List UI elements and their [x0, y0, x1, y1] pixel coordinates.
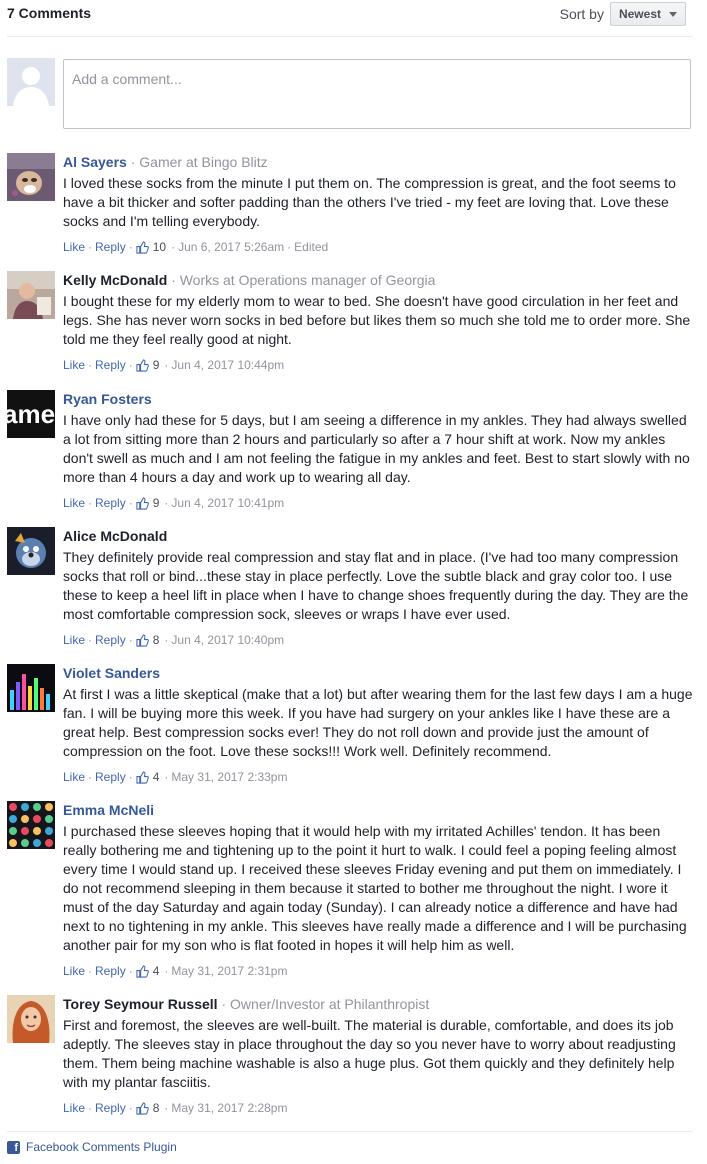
avatar[interactable]	[7, 664, 55, 712]
reply-link[interactable]: Reply	[95, 769, 126, 785]
thumbs-up-icon	[136, 358, 149, 372]
author-role: Gamer at Bingo Blitz	[139, 154, 268, 170]
avatar[interactable]	[7, 153, 55, 201]
avatar[interactable]	[7, 801, 55, 849]
portrait-avatar-icon	[7, 995, 55, 1043]
avatar[interactable]: ame	[7, 390, 55, 438]
comment-text: At first I was a little skeptical (make …	[63, 686, 693, 759]
author-name[interactable]: Torey Seymour Russell	[63, 996, 218, 1012]
cartoon-avatar-icon	[7, 527, 55, 575]
thumbs-up-icon	[136, 496, 149, 510]
plugin-footer: f Facebook Comments Plugin	[7, 1140, 177, 1154]
thumbs-up-icon	[136, 633, 149, 647]
sort-value: Newest	[618, 7, 661, 21]
comment-actions: Like · Reply · 8 · Jun 4, 2017 10:40pm	[63, 632, 285, 648]
reply-link[interactable]: Reply	[95, 632, 126, 648]
like-link[interactable]: Like	[63, 357, 85, 373]
like-count: 10	[152, 240, 167, 254]
comment-actions: Like · Reply · 4 · May 31, 2017 2:31pm	[63, 963, 288, 979]
comments-header: 7 Comments Sort by Newest	[7, 0, 693, 28]
comment-actions: Like · Reply · 9 · Jun 4, 2017 10:44pm	[63, 357, 285, 373]
comment-date[interactable]: Jun 4, 2017 10:41pm	[171, 495, 284, 511]
toad-avatar-icon	[7, 153, 55, 201]
comment-date[interactable]: May 31, 2017 2:33pm	[171, 769, 287, 785]
comment-date[interactable]: Jun 6, 2017 5:26am	[178, 239, 284, 255]
author-name[interactable]: Ryan Fosters	[63, 391, 152, 407]
avatar[interactable]	[7, 527, 55, 575]
comment-text: I have only had these for 5 days, but I …	[63, 412, 690, 485]
game-avatar-icon: ame	[7, 390, 55, 438]
author-name[interactable]: Violet Sanders	[63, 665, 160, 681]
comment-actions: Like · Reply · 9 · Jun 4, 2017 10:41pm	[63, 495, 285, 511]
like-count: 8	[152, 1101, 160, 1115]
author-name[interactable]: Al Sayers	[63, 154, 127, 170]
reply-link[interactable]: Reply	[95, 1100, 126, 1116]
comment-date[interactable]: Jun 4, 2017 10:44pm	[171, 357, 284, 373]
equalizer-avatar-icon	[7, 664, 55, 712]
avatar[interactable]	[7, 995, 55, 1043]
avatar[interactable]	[7, 271, 55, 319]
sort-label: Sort by	[559, 6, 604, 22]
author-name[interactable]: Emma McNeli	[63, 802, 154, 818]
comment-text: They definitely provide real compression…	[63, 549, 689, 622]
separator-dot: ·	[221, 996, 231, 1012]
comment-text: First and foremost, the sleeves are well…	[63, 1017, 676, 1090]
comment-input[interactable]	[63, 59, 691, 129]
sort-control: Sort by Newest	[560, 2, 686, 26]
like-count: 4	[152, 964, 160, 978]
like-link[interactable]: Like	[63, 963, 85, 979]
like-count: 8	[152, 633, 160, 647]
reply-link[interactable]: Reply	[95, 239, 126, 255]
separator-dot: ·	[130, 154, 140, 170]
default-avatar	[7, 58, 55, 106]
comment-composer	[7, 58, 693, 130]
sort-dropdown[interactable]: Newest	[609, 2, 686, 26]
like-count: 4	[152, 770, 160, 784]
comment-text: I purchased these sleeves hoping that it…	[63, 823, 687, 953]
comment-date[interactable]: May 31, 2017 2:31pm	[171, 963, 287, 979]
comment-actions: Like · Reply · 8 · May 31, 2017 2:28pm	[63, 1100, 288, 1116]
author-name[interactable]: Kelly McDonald	[63, 272, 167, 288]
photo-avatar-icon	[7, 271, 55, 319]
comment-count: 7 Comments	[7, 5, 92, 21]
thumbs-up-icon	[136, 240, 149, 254]
thumbs-up-icon	[136, 1101, 149, 1115]
header-divider	[7, 36, 693, 37]
circles-avatar-icon	[7, 801, 55, 849]
author-role: Works at Operations manager of Georgia	[179, 272, 436, 288]
caret-down-icon	[669, 11, 677, 17]
comment-date[interactable]: Jun 4, 2017 10:40pm	[171, 632, 284, 648]
facebook-icon: f	[7, 1140, 20, 1154]
reply-link[interactable]: Reply	[95, 495, 126, 511]
avatar-lettering: ame	[7, 399, 55, 429]
comment-actions: Like · Reply · 4 · May 31, 2017 2:33pm	[63, 769, 288, 785]
footer-divider	[7, 1131, 693, 1132]
like-link[interactable]: Like	[63, 495, 85, 511]
author-role: Owner/Investor at Philanthropist	[230, 996, 430, 1012]
like-link[interactable]: Like	[63, 769, 85, 785]
comment-actions: Like · Reply · 10 · Jun 6, 2017 5:26am ·…	[63, 239, 329, 255]
silhouette-icon	[7, 58, 55, 106]
reply-link[interactable]: Reply	[95, 963, 126, 979]
comment-date[interactable]: May 31, 2017 2:28pm	[171, 1100, 287, 1116]
reply-link[interactable]: Reply	[95, 357, 126, 373]
like-count: 9	[152, 358, 160, 372]
thumbs-up-icon	[136, 964, 149, 978]
comment-text: I bought these for my elderly mom to wea…	[63, 293, 691, 347]
edited-label[interactable]: Edited	[294, 239, 328, 255]
author-name[interactable]: Alice McDonald	[63, 528, 167, 544]
facebook-plugin-link[interactable]: Facebook Comments Plugin	[26, 1140, 177, 1154]
separator-dot: ·	[171, 272, 180, 288]
like-link[interactable]: Like	[63, 632, 85, 648]
like-link[interactable]: Like	[63, 239, 85, 255]
comment-text: I loved these socks from the minute I pu…	[63, 175, 676, 229]
like-link[interactable]: Like	[63, 1100, 85, 1116]
like-count: 9	[152, 496, 160, 510]
thumbs-up-icon	[136, 770, 149, 784]
